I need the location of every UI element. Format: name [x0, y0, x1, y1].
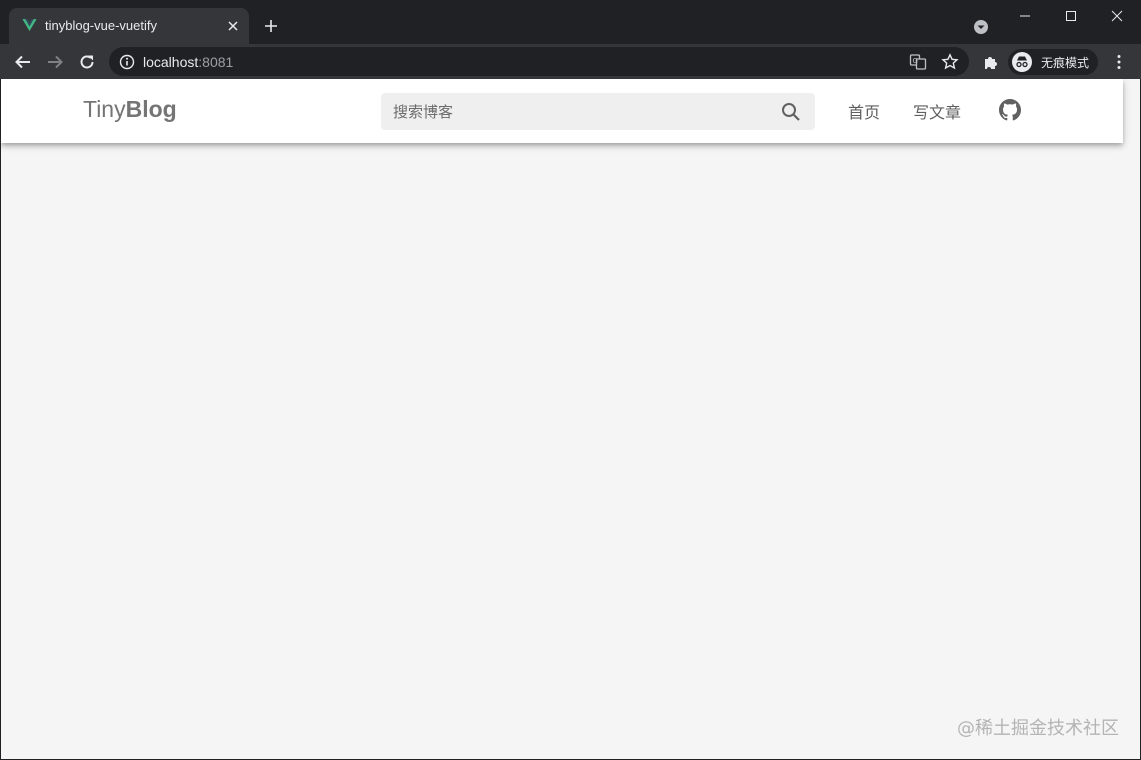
vue-logo-icon: [22, 19, 37, 32]
incognito-icon: [1012, 52, 1032, 72]
watermark: @稀土掘金技术社区: [957, 718, 1119, 739]
browser-tab-active[interactable]: tinyblog-vue-vuetify: [9, 8, 249, 44]
new-tab-icon[interactable]: [260, 15, 282, 37]
tab-close-icon[interactable]: [223, 16, 243, 36]
incognito-profile-button[interactable]: 无痕模式: [1008, 49, 1098, 75]
page-viewport: TinyBlog 首页 写文章 @稀土掘金技术社区: [1, 79, 1140, 759]
nav-home-link[interactable]: 首页: [848, 99, 880, 123]
search-input[interactable]: [393, 93, 773, 130]
site-logo[interactable]: TinyBlog: [83, 96, 177, 123]
extensions-puzzle-icon[interactable]: [979, 50, 1003, 74]
site-info-icon[interactable]: [119, 54, 135, 70]
browser-toolbar: localhost:8081 G 无痕模式: [0, 44, 1141, 79]
address-bar[interactable]: localhost:8081 G: [109, 47, 969, 76]
translate-icon[interactable]: G: [909, 53, 927, 71]
tab-strip: tinyblog-vue-vuetify: [0, 0, 1141, 44]
bookmark-star-icon[interactable]: [941, 53, 959, 71]
minimize-icon[interactable]: [1002, 4, 1048, 28]
tab-title: tinyblog-vue-vuetify: [45, 18, 157, 33]
nav-write-link[interactable]: 写文章: [913, 99, 961, 123]
browser-window: tinyblog-vue-vuetify localhost:8081 G 无痕…: [0, 0, 1141, 760]
kebab-menu-icon[interactable]: [1107, 50, 1131, 74]
search-field: [381, 93, 815, 130]
url-text: localhost:8081: [143, 54, 234, 70]
reload-icon[interactable]: [75, 50, 99, 74]
tab-search-icon[interactable]: [971, 17, 991, 37]
forward-icon[interactable]: [43, 50, 67, 74]
app-bar: TinyBlog 首页 写文章: [1, 79, 1123, 143]
search-icon[interactable]: [780, 101, 802, 123]
back-icon[interactable]: [11, 50, 35, 74]
window-close-icon[interactable]: [1094, 4, 1140, 28]
maximize-icon[interactable]: [1048, 4, 1094, 28]
incognito-label: 无痕模式: [1041, 56, 1090, 70]
github-icon[interactable]: [999, 99, 1021, 121]
svg-text:G: G: [913, 57, 918, 65]
